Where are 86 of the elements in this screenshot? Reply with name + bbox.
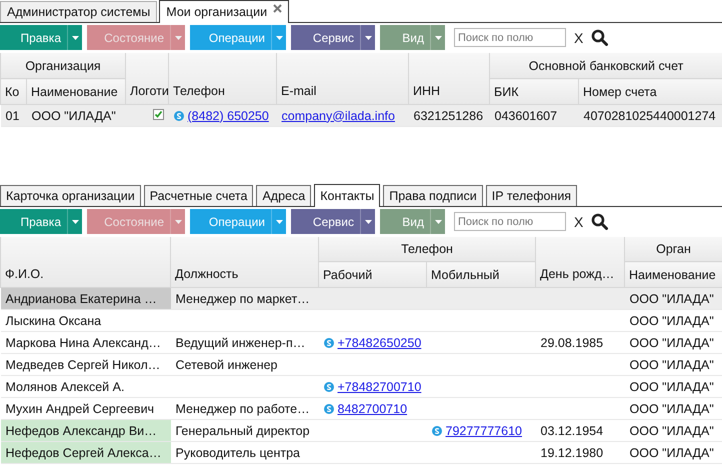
call-icon (324, 382, 334, 392)
table-cell: Медведев Сергей Никол… (0, 354, 170, 376)
table-cell: Нефедов Александр Ви… (0, 420, 170, 442)
caret-icon (276, 36, 282, 40)
table-cell: ООО "ИЛАДА" (624, 442, 722, 464)
menu-button[interactable]: Сервис (291, 209, 375, 234)
table-cell: 043601607 (490, 104, 579, 126)
column-group-header: Организация (0, 53, 126, 78)
caret-icon (276, 220, 282, 224)
table-cell: Лыскина Оксана (0, 310, 170, 332)
table-cell: Руководитель центра (170, 442, 318, 464)
caret-icon (72, 36, 78, 40)
clear-button[interactable]: X (574, 30, 584, 46)
table-cell: Сетевой инженер (170, 354, 318, 376)
search-icon[interactable] (591, 29, 608, 46)
table-cell: Менеджер по работе… (170, 398, 318, 420)
tab[interactable]: Карточка организации (0, 185, 141, 206)
column-header[interactable]: Должность (170, 237, 318, 288)
menu-button[interactable]: Правка (0, 209, 82, 234)
table-cell: 01 (0, 104, 26, 126)
column-header[interactable]: E-mail (276, 53, 409, 104)
column-group-header: Орган (624, 237, 722, 262)
column-group-header: Телефон (318, 237, 536, 262)
phone-link[interactable]: +78482700710 (338, 380, 422, 394)
table-cell: Маркова Нина Александ… (0, 332, 170, 354)
column-header[interactable]: Наименование (26, 78, 126, 104)
search-field[interactable]: Поиск по полю (454, 212, 566, 231)
table-cell: ООО "ИЛАДА" (624, 354, 722, 376)
caret-icon (72, 220, 78, 224)
tab[interactable]: Права подписи (383, 185, 483, 206)
table-cell: ООО "ИЛАДА" (624, 398, 722, 420)
caret-icon (174, 36, 182, 40)
tab[interactable]: Администратор системы (0, 1, 158, 22)
table-cell: ООО "ИЛАДА" (624, 288, 722, 310)
tab[interactable]: IP телефония (486, 185, 578, 206)
column-header[interactable]: Ф.И.О. (0, 237, 170, 288)
table-cell: Генеральный директор (170, 420, 318, 442)
table-cell: Молянов Алексей А. (0, 376, 170, 398)
table-cell: Нефедов Сергей Алекса… (0, 442, 170, 464)
caret-icon (364, 36, 372, 40)
menu-button[interactable]: Сервис (291, 25, 375, 50)
table-cell: ООО "ИЛАДА" (624, 420, 722, 442)
table-cell: Менеджер по маркет… (170, 288, 318, 310)
table-cell: ООО "ИЛАДА" (26, 104, 126, 126)
table-cell: 4070281025440001274 (578, 104, 722, 126)
column-group-header: Основной банковский счет (490, 53, 722, 78)
table-cell: ООО "ИЛАДА" (624, 310, 722, 332)
phone-link[interactable]: 8482700710 (338, 402, 408, 416)
phone-link[interactable]: 79277777610 (446, 424, 522, 438)
close-icon[interactable] (273, 4, 282, 13)
column-header[interactable]: Мобильный (426, 262, 536, 288)
tab[interactable]: Расчетные счета (144, 185, 254, 206)
column-header[interactable]: Рабочий (318, 262, 426, 288)
call-icon (324, 404, 334, 414)
column-header[interactable]: БИК (490, 78, 579, 104)
column-header[interactable]: Логоти (126, 53, 169, 104)
table-cell: 29.08.1985 (536, 332, 625, 354)
tab[interactable]: Мои организации (159, 0, 290, 23)
caret-icon (174, 220, 182, 224)
column-header[interactable]: Телефон (168, 53, 277, 104)
caret-icon (364, 220, 372, 224)
table-cell: Андрианова Екатерина … (0, 288, 170, 310)
checkbox[interactable] (152, 108, 164, 120)
search-field[interactable]: Поиск по полю (454, 28, 566, 47)
tab[interactable]: Контакты (314, 184, 380, 207)
menu-button[interactable]: Правка (0, 25, 82, 50)
table-cell: ООО "ИЛАДА" (624, 376, 722, 398)
column-header[interactable]: Ко (0, 78, 26, 104)
column-header[interactable]: Номер счета (578, 78, 722, 104)
table-cell: 6321251286 (408, 104, 490, 126)
column-header[interactable]: Наименование (624, 262, 722, 288)
tab[interactable]: Адреса (256, 185, 312, 206)
table-cell: ООО "ИЛАДА" (624, 332, 722, 354)
call-icon (432, 426, 442, 436)
phone-link[interactable]: +78482650250 (338, 336, 422, 350)
call-icon (174, 110, 184, 120)
column-header[interactable]: День рожд… (536, 237, 625, 288)
caret-icon (434, 36, 442, 40)
search-icon[interactable] (591, 213, 608, 230)
table-cell: 03.12.1954 (536, 420, 625, 442)
table-cell: 19.12.1980 (536, 442, 625, 464)
clear-button[interactable]: X (574, 214, 584, 230)
caret-icon (434, 220, 442, 224)
column-header[interactable]: ИНН (408, 53, 490, 104)
table-cell: Ведущий инженер-п… (170, 332, 318, 354)
call-icon (324, 338, 334, 348)
